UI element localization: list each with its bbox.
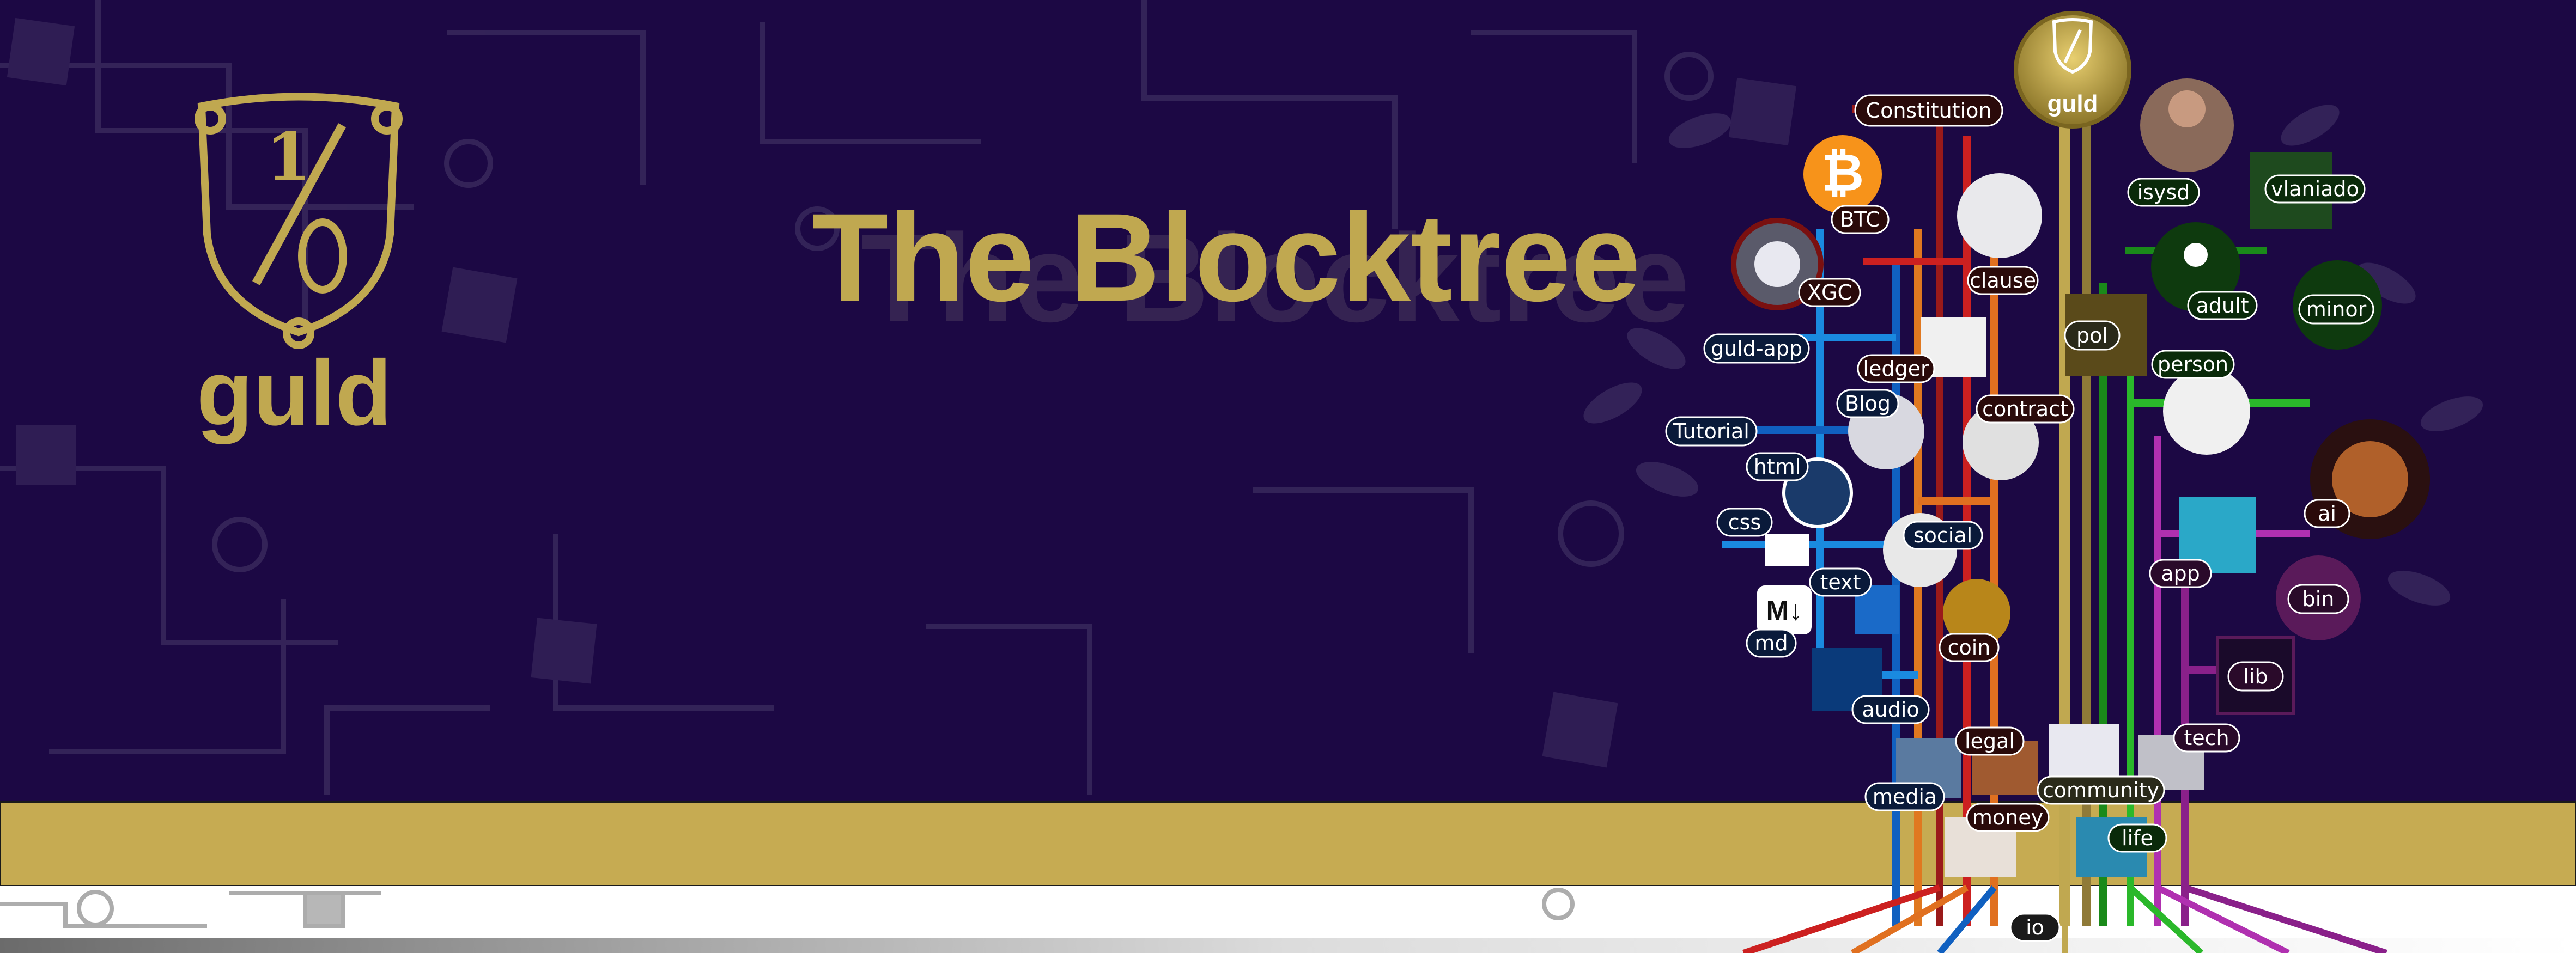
- tree-node-money: money: [1966, 803, 2050, 832]
- tree-node-coin: coin: [1939, 633, 2000, 662]
- tree-node-label: Tutorial: [1673, 419, 1749, 443]
- tree-node-label: audio: [1862, 698, 1919, 722]
- tree-node-audio: audio: [1851, 695, 1930, 724]
- tree-node-constitution: Constitution: [1854, 94, 2003, 127]
- tree-node-label: text: [1820, 570, 1861, 594]
- tree-node-label: vlaniado: [2271, 177, 2359, 201]
- isysd-face-icon: [2168, 90, 2206, 127]
- tree-node-label: tech: [2184, 726, 2229, 750]
- tree-node-tech: tech: [2173, 723, 2240, 753]
- tree-node-label: lib: [2243, 664, 2268, 688]
- tree-node-md: md: [1746, 628, 1797, 658]
- person-icon: [2163, 368, 2250, 455]
- tree-node-label: isysd: [2137, 180, 2190, 204]
- shield-one-glyph: 1: [266, 119, 312, 196]
- tree-node-guld-app: guld-app: [1703, 333, 1810, 364]
- logo-wordmark: guld: [197, 341, 392, 445]
- tree-node-legal: legal: [1955, 726, 2025, 756]
- tree-node-person: person: [2151, 350, 2235, 379]
- tree-node-social: social: [1903, 521, 1983, 550]
- tree-node-label: legal: [1965, 729, 2015, 753]
- tree-node-life: life: [2107, 823, 2167, 853]
- tree-node-ai: ai: [2304, 499, 2350, 528]
- tree-node-label: Constitution: [1866, 99, 1992, 123]
- tree-node-label: ledger: [1863, 357, 1929, 381]
- md-glyph: M↓: [1766, 595, 1803, 626]
- tree-node-community: community: [2037, 775, 2165, 805]
- tree-node-label: bin: [2302, 587, 2335, 611]
- tree-node-blog: Blog: [1836, 389, 1899, 418]
- tree-node-clause: clause: [1967, 266, 2039, 295]
- tree-node-text: text: [1809, 567, 1872, 597]
- tree-node-pol: pol: [2064, 320, 2121, 351]
- tree-node-html: html: [1746, 452, 1809, 481]
- tree-node-bin: bin: [2287, 584, 2349, 614]
- tree-node-lib: lib: [2227, 661, 2284, 692]
- tree-node-label: ai: [2318, 502, 2336, 526]
- tree-node-contract: contract: [1976, 394, 2075, 424]
- tree-node-label: social: [1913, 523, 1972, 547]
- clause-icon: [1957, 173, 2042, 258]
- tree-node-adult: adult: [2187, 291, 2258, 320]
- tree-node-minor: minor: [2298, 294, 2374, 325]
- tree-node-label: community: [2043, 778, 2159, 802]
- tree-node-media: media: [1864, 782, 1945, 811]
- banner-canvas: 1 guld The Blocktree The Blocktree guld …: [0, 0, 2576, 953]
- xgc-light-icon: [1754, 241, 1800, 287]
- tree-node-label: coin: [1948, 636, 1991, 659]
- white-strip: [0, 886, 2576, 938]
- btc-icon-glyph: ₿: [1821, 144, 1864, 202]
- tree-node-label: contract: [1982, 397, 2068, 421]
- gold-band: [0, 801, 2576, 887]
- tree-node-label: BTC: [1840, 207, 1880, 231]
- tree-node-label: money: [1972, 805, 2043, 829]
- css-logo-icon: [1765, 534, 1809, 566]
- adult-person-glyph: [2184, 243, 2208, 267]
- tree-node-label: life: [2122, 826, 2153, 850]
- tree-node-css: css: [1716, 508, 1773, 537]
- tree-node-label: md: [1754, 631, 1788, 655]
- tree-node-label: Blog: [1845, 392, 1891, 416]
- blocktree-banner: 1 guld The Blocktree The Blocktree guld …: [0, 0, 2576, 953]
- tree-node-label: media: [1873, 785, 1937, 809]
- tree-node-ledger: ledger: [1857, 354, 1935, 383]
- tree-node-vlaniado: vlaniado: [2264, 174, 2366, 204]
- tree-node-tutorial: Tutorial: [1665, 416, 1758, 447]
- tree-node-label: guld-app: [1711, 337, 1802, 361]
- tree-node-isysd: isysd: [2127, 178, 2200, 207]
- tree-node-app: app: [2149, 559, 2212, 588]
- tree-node-btc: BTC: [1831, 205, 1890, 234]
- tree-node-label: io: [2026, 915, 2044, 939]
- tree-node-label: XGC: [1807, 280, 1852, 304]
- tree-node-label: html: [1754, 455, 1801, 479]
- tree-node-label: css: [1728, 510, 1761, 534]
- tree-node-xgc: XGC: [1798, 278, 1861, 307]
- tree-node-label: minor: [2306, 297, 2367, 321]
- page-title: The Blocktree: [812, 187, 1641, 327]
- tree-node-label: clause: [1970, 268, 2036, 292]
- tree-node-label: adult: [2196, 294, 2249, 317]
- tree-node-label: pol: [2076, 323, 2108, 347]
- tree-node-label: person: [2158, 352, 2228, 376]
- tree-root-label: guld: [2048, 90, 2098, 117]
- tree-node-io: io: [2009, 913, 2061, 942]
- tree-node-label: app: [2161, 561, 2200, 585]
